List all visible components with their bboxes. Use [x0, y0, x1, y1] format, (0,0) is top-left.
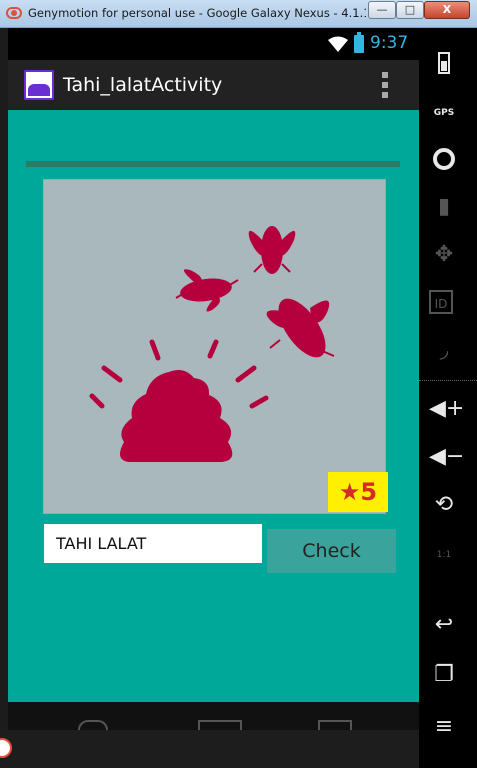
scale-button[interactable]: 1:1	[429, 540, 459, 570]
network-button[interactable]: ◞	[429, 336, 459, 366]
status-clock: 9:37	[370, 33, 409, 53]
android-nav-bar	[8, 702, 419, 730]
recent-apps-button[interactable]: ❐	[429, 660, 459, 690]
genymotion-taskbar-icon[interactable]	[0, 738, 12, 758]
wifi-icon	[328, 36, 348, 52]
fly-top	[248, 226, 296, 274]
recent-apps-icon[interactable]	[318, 720, 352, 730]
window-titlebar: Genymotion for personal use - Google Gal…	[0, 0, 477, 28]
star-score-badge: ★5	[328, 472, 388, 512]
activity-title: Tahi_lalatActivity	[63, 74, 223, 96]
device-id-button[interactable]: ID	[429, 290, 459, 320]
menu-button[interactable]: ≡	[429, 712, 459, 742]
gps-widget-button[interactable]: GPS	[429, 98, 459, 128]
check-button[interactable]: Check	[267, 529, 396, 573]
volume-up-button[interactable]: ◀+	[429, 394, 464, 424]
dpad-button[interactable]: ✥	[429, 240, 459, 270]
poop-and-flies-illustration	[89, 226, 335, 462]
emulator-frame	[0, 28, 8, 768]
back-button[interactable]: ↩	[429, 610, 459, 640]
app-icon	[24, 70, 54, 100]
volume-down-button[interactable]: ◀−	[429, 442, 464, 472]
puzzle-image	[43, 179, 386, 514]
phone-screen: 9:37 Tahi_lalatActivity ★5 TAHI LALAT Ch…	[8, 28, 419, 730]
close-window-button[interactable]: X	[424, 1, 470, 19]
minimize-button[interactable]: —	[368, 1, 396, 19]
battery-icon	[354, 32, 364, 53]
rotate-button[interactable]: ⟲	[429, 490, 459, 520]
home-nav-icon[interactable]	[198, 720, 242, 730]
battery-widget-icon	[438, 52, 450, 74]
overflow-menu-icon[interactable]	[382, 72, 388, 98]
screencast-button[interactable]: ▮	[429, 192, 459, 222]
fly-right	[266, 298, 330, 358]
genymotion-logo-icon	[6, 7, 22, 19]
answer-input[interactable]	[44, 524, 262, 563]
activity-content: ★5 Check	[8, 110, 419, 730]
star-icon: ★	[338, 478, 361, 506]
camera-widget-button[interactable]	[429, 144, 459, 174]
emulator-sidebar: GPS ▮ ✥ ID ◞ ◀+ ◀− ⟲ 1:1 ↩ ❐ ≡	[419, 28, 477, 768]
sidebar-separator	[419, 380, 477, 381]
action-bar: Tahi_lalatActivity	[8, 60, 419, 110]
status-bar: 9:37	[8, 28, 419, 60]
back-nav-icon[interactable]	[78, 720, 108, 730]
maximize-button[interactable]: □	[396, 1, 424, 19]
progress-divider	[26, 161, 400, 167]
window-title: Genymotion for personal use - Google Gal…	[28, 6, 366, 20]
webcam-icon	[433, 148, 455, 170]
fly-left	[180, 269, 232, 312]
star-score-value: 5	[360, 478, 378, 506]
id-icon: ID	[429, 290, 453, 314]
windows-taskbar	[0, 730, 419, 768]
poop-shape	[120, 370, 233, 462]
battery-widget-button[interactable]	[429, 48, 459, 78]
